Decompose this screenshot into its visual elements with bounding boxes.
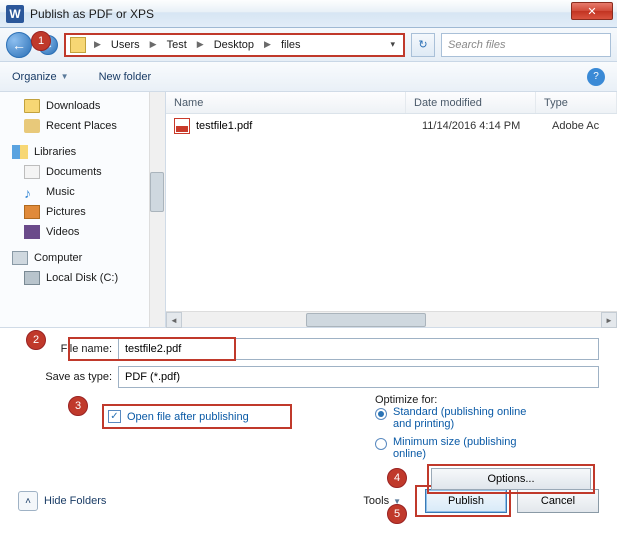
tree-label: Local Disk (C:): [46, 272, 118, 284]
tree-label: Downloads: [46, 100, 100, 112]
column-headers: Name Date modified Type: [166, 92, 617, 114]
tree-item-computer[interactable]: Computer: [0, 248, 165, 268]
optimize-standard-radio[interactable]: Standard (publishing online and printing…: [375, 406, 533, 430]
radio-icon: [375, 438, 387, 450]
word-app-icon: W: [6, 5, 24, 23]
file-type: Adobe Ac: [552, 120, 599, 132]
folder-icon: [70, 37, 86, 53]
tree-item-documents[interactable]: Documents: [0, 162, 165, 182]
scrollbar-thumb[interactable]: [150, 172, 164, 212]
folder-tree: Downloads Recent Places Libraries Docume…: [0, 92, 166, 327]
pictures-icon: [24, 205, 40, 219]
folder-icon: [24, 99, 40, 113]
hide-folders-label: Hide Folders: [44, 495, 106, 507]
optimize-minimum-radio[interactable]: Minimum size (publishing online): [375, 436, 533, 460]
refresh-button[interactable]: ↻: [411, 33, 435, 57]
window-title: Publish as PDF or XPS: [30, 7, 154, 21]
tree-label: Documents: [46, 166, 102, 178]
chevron-down-icon: ▼: [61, 72, 69, 81]
scroll-left-button[interactable]: ◄: [166, 312, 182, 328]
tree-label: Libraries: [34, 146, 76, 158]
address-dropdown-icon[interactable]: ▾: [386, 39, 399, 50]
optimize-minimum-label: Minimum size (publishing online): [393, 436, 533, 460]
tree-scrollbar[interactable]: [149, 92, 165, 327]
radio-selected-icon: [375, 408, 387, 420]
tree-item-music[interactable]: ♪ Music: [0, 182, 165, 202]
hide-folders-toggle[interactable]: ˄ Hide Folders: [18, 491, 106, 511]
filename-label: File name:: [18, 343, 118, 355]
tree-label: Music: [46, 186, 75, 198]
filename-input[interactable]: [118, 338, 599, 360]
tree-label: Recent Places: [46, 120, 117, 132]
column-name[interactable]: Name: [166, 92, 406, 113]
tree-item-downloads[interactable]: Downloads: [0, 96, 165, 116]
search-input[interactable]: Search files: [441, 33, 611, 57]
navigation-bar: ← → 1 ▶ Users ▶ Test ▶ Desktop ▶ files ▾…: [0, 28, 617, 62]
chevron-right-icon[interactable]: ▶: [146, 39, 161, 50]
tree-item-videos[interactable]: Videos: [0, 222, 165, 242]
close-button[interactable]: ✕: [571, 2, 613, 20]
file-date: 11/14/2016 4:14 PM: [422, 120, 552, 132]
address-bar[interactable]: ▶ Users ▶ Test ▶ Desktop ▶ files ▾: [64, 33, 405, 57]
tree-item-recent[interactable]: Recent Places: [0, 116, 165, 136]
annotation-badge-1: 1: [31, 31, 51, 51]
pdf-icon: [174, 118, 190, 134]
open-after-publishing-checkbox[interactable]: ✓ Open file after publishing: [102, 404, 292, 429]
file-row[interactable]: testfile1.pdf 11/14/2016 4:14 PM Adobe A…: [166, 114, 617, 138]
breadcrumb-item[interactable]: Test: [165, 39, 189, 51]
checkbox-icon: ✓: [108, 410, 121, 423]
libraries-icon: [12, 145, 28, 159]
scroll-right-button[interactable]: ►: [601, 312, 617, 328]
saveastype-label: Save as type:: [18, 371, 118, 383]
file-name: testfile1.pdf: [196, 120, 422, 132]
breadcrumb-item[interactable]: Users: [109, 39, 142, 51]
new-folder-button[interactable]: New folder: [99, 71, 152, 83]
breadcrumb-item[interactable]: Desktop: [212, 39, 256, 51]
tree-label: Pictures: [46, 206, 86, 218]
annotation-badge-3: 3: [68, 396, 88, 416]
music-icon: ♪: [24, 185, 40, 199]
tree-item-pictures[interactable]: Pictures: [0, 202, 165, 222]
recent-icon: [24, 119, 40, 133]
back-button[interactable]: ←: [6, 32, 32, 58]
chevron-right-icon[interactable]: ▶: [90, 39, 105, 50]
open-after-label: Open file after publishing: [127, 411, 249, 423]
saveastype-select[interactable]: [118, 366, 599, 388]
tree-item-local-disk[interactable]: Local Disk (C:): [0, 268, 165, 288]
disk-icon: [24, 271, 40, 285]
save-form: 2 3 4 5 File name: Save as type: ✓ Open …: [0, 328, 617, 525]
organize-menu[interactable]: Organize ▼: [12, 71, 69, 83]
annotation-outline: Options...: [427, 464, 595, 494]
chevron-right-icon[interactable]: ▶: [260, 39, 275, 50]
tree-label: Videos: [46, 226, 79, 238]
file-pane: Name Date modified Type testfile1.pdf 11…: [166, 92, 617, 327]
chevron-right-icon[interactable]: ▶: [193, 39, 208, 50]
chevron-up-icon: ˄: [18, 491, 38, 511]
breadcrumb-item[interactable]: files: [279, 39, 303, 51]
organize-label: Organize: [12, 71, 57, 83]
documents-icon: [24, 165, 40, 179]
toolbar: Organize ▼ New folder ?: [0, 62, 617, 92]
computer-icon: [12, 251, 28, 265]
column-type[interactable]: Type: [536, 92, 617, 113]
options-button[interactable]: Options...: [431, 468, 591, 490]
tree-item-libraries[interactable]: Libraries: [0, 142, 165, 162]
optimize-for-group: Optimize for: Standard (publishing onlin…: [375, 394, 595, 466]
tree-label: Computer: [34, 252, 82, 264]
body-split: Downloads Recent Places Libraries Docume…: [0, 92, 617, 328]
horizontal-scrollbar[interactable]: ◄ ►: [166, 311, 617, 327]
help-icon[interactable]: ?: [587, 68, 605, 86]
optimize-standard-label: Standard (publishing online and printing…: [393, 406, 533, 430]
annotation-badge-4: 4: [387, 468, 407, 488]
tools-label: Tools: [363, 495, 389, 507]
scrollbar-thumb[interactable]: [306, 313, 426, 327]
column-date[interactable]: Date modified: [406, 92, 536, 113]
annotation-badge-5: 5: [387, 504, 407, 524]
videos-icon: [24, 225, 40, 239]
optimize-label: Optimize for:: [375, 394, 437, 406]
title-bar: W Publish as PDF or XPS ✕: [0, 0, 617, 28]
